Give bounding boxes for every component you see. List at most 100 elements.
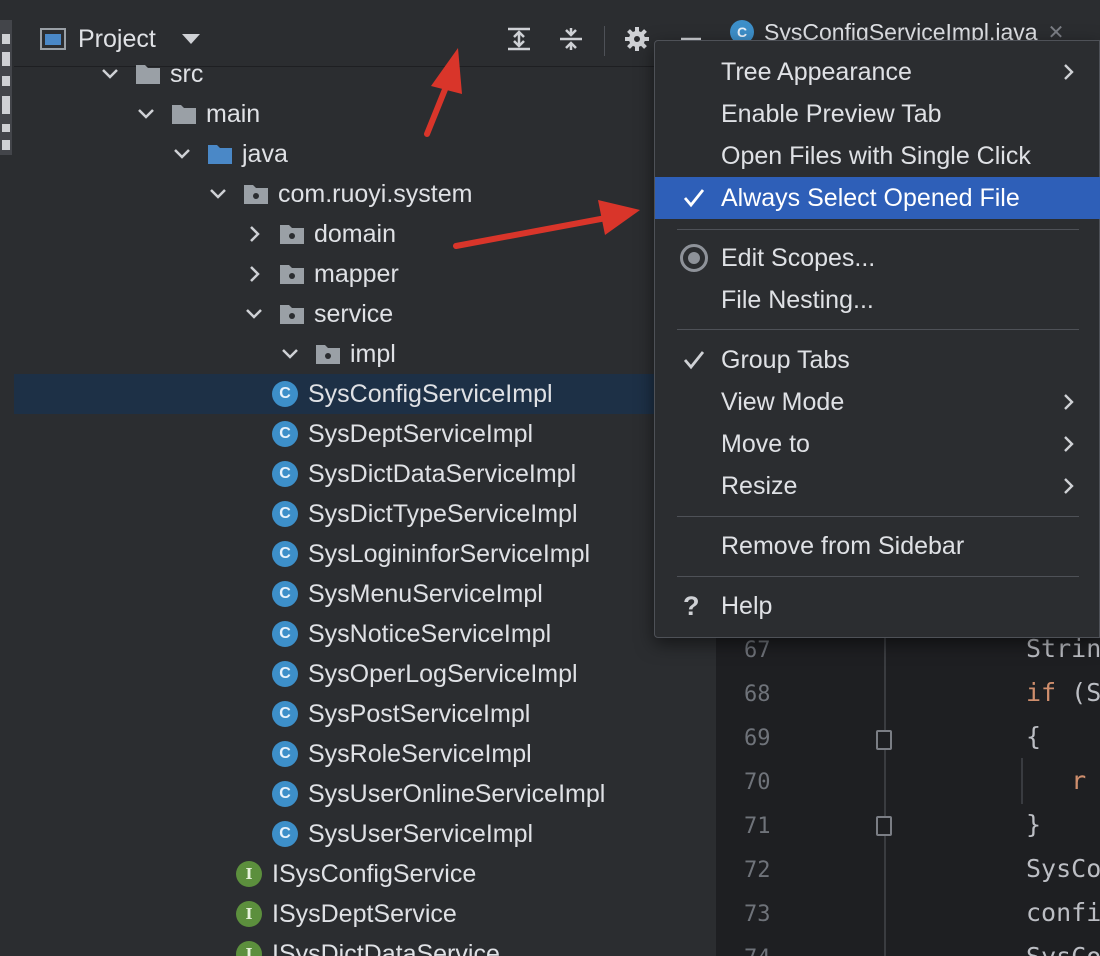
tree-item-package[interactable]: com.ruoyi.system [14,174,716,214]
chevron-down-icon [181,34,200,44]
menu-item-label: Resize [721,472,798,500]
class-icon: C [272,621,298,647]
collapse-all-icon [560,28,582,50]
code-line[interactable]: SysCo [1026,942,1100,956]
interface-icon: I [236,941,262,956]
tree-item-label: SysDeptServiceImpl [308,420,534,448]
tree-item-class[interactable]: C SysRoleServiceImpl [14,734,716,774]
menu-separator [677,229,1079,230]
tree-item-label: SysDictDataServiceImpl [308,460,577,488]
toolbar-separator [604,26,605,56]
keyword: if [1026,678,1057,707]
chevron-right-icon [1059,435,1077,453]
menu-item-always-select-opened-file[interactable]: Always Select Opened File [655,177,1100,219]
class-icon: C [272,501,298,527]
tree-item-class[interactable]: C SysDictTypeServiceImpl [14,494,716,534]
project-panel: Project src main java com.ruoyi.system d… [14,0,716,956]
tree-item-folder[interactable]: src [14,54,716,94]
menu-item-label: Group Tabs [721,346,850,374]
package-icon [242,180,270,208]
tree-item-class[interactable]: C SysOperLogServiceImpl [14,654,716,694]
tree-item-class[interactable]: C SysDeptServiceImpl [14,414,716,454]
keyword: r [1071,766,1087,795]
line-number: 68 [744,682,771,707]
project-view-icon [40,28,66,50]
chevron-right-icon[interactable] [242,262,266,286]
menu-item-file-nesting[interactable]: File Nesting... [655,279,1100,321]
chevron-down-icon[interactable] [242,302,266,326]
tree-item-package[interactable]: service [14,294,716,334]
code-line[interactable]: SysCo [1026,854,1100,883]
collapse-all-button[interactable] [556,24,586,54]
chevron-down-icon[interactable] [134,102,158,126]
tree-item-label: com.ruoyi.system [278,180,473,208]
menu-item-edit-scopes[interactable]: Edit Scopes... [655,237,1100,279]
tree-item-interface[interactable]: I ISysDeptService [14,894,716,934]
class-icon: C [272,421,298,447]
menu-item-label: Edit Scopes... [721,244,876,272]
tree-item-class[interactable]: C SysNoticeServiceImpl [14,614,716,654]
fold-open-icon[interactable] [876,730,892,750]
chevron-down-icon[interactable] [170,142,194,166]
tree-item-package[interactable]: mapper [14,254,716,294]
line-number: 70 [744,770,771,795]
tree-item-package[interactable]: domain [14,214,716,254]
interface-icon: I [236,901,262,927]
line-number: 73 [744,902,771,927]
project-view-selector[interactable]: Project [40,24,200,54]
menu-item-move-to[interactable]: Move to [655,423,1100,465]
class-icon: C [272,581,298,607]
tree-item-label: src [170,60,204,88]
chevron-down-icon[interactable] [206,182,230,206]
tree-item-class[interactable]: C SysLogininforServiceImpl [14,534,716,574]
class-icon: C [272,661,298,687]
chevron-right-icon[interactable] [242,222,266,246]
tree-item-label: SysPostServiceImpl [308,700,531,728]
tree-item-class[interactable]: C SysPostServiceImpl [14,694,716,734]
menu-item-group-tabs[interactable]: Group Tabs [655,339,1100,381]
class-icon: C [272,461,298,487]
menu-item-resize[interactable]: Resize [655,465,1100,507]
menu-item-enable-preview-tab[interactable]: Enable Preview Tab [655,93,1100,135]
tree-item-label: SysMenuServiceImpl [308,580,543,608]
menu-item-help[interactable]: ? Help [655,585,1100,627]
chevron-right-icon [1059,477,1077,495]
tree-item-class[interactable]: C SysUserServiceImpl [14,814,716,854]
menu-item-tree-appearance[interactable]: Tree Appearance [655,51,1100,93]
tree-item-label: SysUserServiceImpl [308,820,534,848]
tree-item-class[interactable]: C SysDictDataServiceImpl [14,454,716,494]
tree-item-class[interactable]: C SysConfigServiceImpl [14,374,716,414]
tree-item-interface[interactable]: I ISysDictDataService [14,934,716,956]
tree-item-source-folder[interactable]: java [14,134,716,174]
tree-item-label: ISysDeptService [272,900,457,928]
tree-item-label: ISysDictDataService [272,940,500,956]
code-line[interactable]: confi [1026,898,1100,927]
tree-item-folder[interactable]: main [14,94,716,134]
indent-guide [1021,758,1023,804]
expand-all-button[interactable] [504,24,534,54]
chevron-down-icon[interactable] [278,342,302,366]
options-button[interactable] [622,24,652,54]
menu-item-remove-from-sidebar[interactable]: Remove from Sidebar [655,525,1100,567]
menu-item-view-mode[interactable]: View Mode [655,381,1100,423]
tree-item-class[interactable]: C SysMenuServiceImpl [14,574,716,614]
tree-item-package[interactable]: impl [14,334,716,374]
menu-item-label: Tree Appearance [721,58,912,86]
tree-item-interface[interactable]: I ISysConfigService [14,854,716,894]
tree-item-label: main [206,100,261,128]
expand-all-icon [508,27,530,51]
source-folder-icon [206,140,234,168]
menu-item-open-files-with-single-click[interactable]: Open Files with Single Click [655,135,1100,177]
tree-item-class[interactable]: C SysUserOnlineServiceImpl [14,774,716,814]
code-line[interactable]: } [1026,810,1041,839]
code-line[interactable]: { [1026,722,1041,751]
project-tool-window-tab[interactable] [0,20,12,155]
code-line[interactable]: if (S [1026,678,1100,707]
code-line[interactable]: Strin [1026,634,1100,663]
code-line[interactable]: r [1026,766,1086,795]
chevron-down-icon[interactable] [98,62,122,86]
fold-close-icon[interactable] [876,816,892,836]
menu-item-label: Enable Preview Tab [721,100,942,128]
tree-item-label: mapper [314,260,399,288]
chevron-right-icon [1059,393,1077,411]
